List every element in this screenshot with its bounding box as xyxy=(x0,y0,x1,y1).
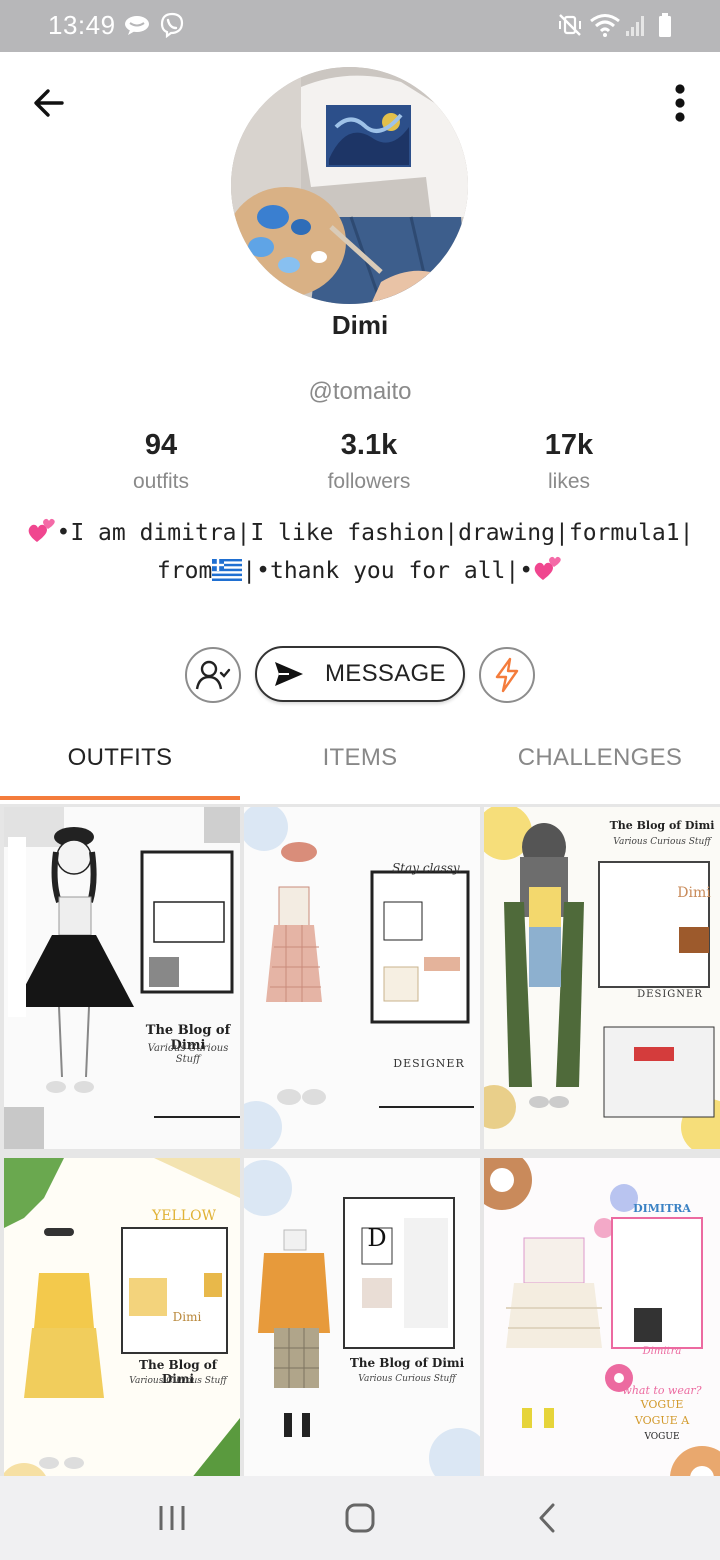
tile-caption: Various Curious Stuff xyxy=(129,1376,227,1386)
avatar[interactable] xyxy=(231,67,468,304)
bio: •I am dimitra|I like fashion|drawing|for… xyxy=(10,514,710,590)
outfit-grid: The Blog of Dimi Various Curious Stuff S… xyxy=(0,804,720,1500)
tile-caption: VOGUE A xyxy=(634,1414,690,1427)
lightning-icon xyxy=(495,657,519,693)
greece-flag-icon xyxy=(212,559,243,581)
outfit-tile[interactable]: DIMITRA Dimitra what to wear? VOGUE VOGU… xyxy=(484,1158,720,1500)
outfit-collage-image xyxy=(4,807,240,1149)
outfit-tile[interactable]: D The Blog of Dimi Various Curious Stuff xyxy=(244,1158,480,1500)
stat-value: 3.1k xyxy=(340,429,398,461)
signal-icon xyxy=(624,10,648,40)
tile-caption: VOGUE xyxy=(640,1398,684,1411)
tile-caption: Various Curious Stuff xyxy=(358,1374,456,1384)
tile-caption: The Blog of Dimi xyxy=(609,819,715,832)
recent-apps-icon xyxy=(159,1506,185,1530)
tile-caption: DESIGNER xyxy=(637,989,703,1000)
stat-likes[interactable]: 17k likes xyxy=(479,428,659,494)
outfit-tile[interactable]: Stay classy. DESIGNER xyxy=(244,807,480,1149)
two-hearts-icon xyxy=(534,556,561,580)
recent-apps-button[interactable] xyxy=(142,1494,202,1542)
tile-caption: VOGUE xyxy=(644,1432,680,1442)
tile-caption: DIMITRA xyxy=(633,1202,691,1215)
tile-caption: DESIGNER xyxy=(393,1057,465,1070)
boost-button[interactable] xyxy=(479,647,535,703)
tile-caption: Dimi xyxy=(677,885,711,901)
stat-label: likes xyxy=(547,470,590,493)
navigation-bar xyxy=(0,1476,720,1560)
active-tab-indicator xyxy=(0,796,240,800)
outfit-tile[interactable]: The Blog of Dimi Various Curious Stuff xyxy=(4,807,240,1149)
follow-button[interactable] xyxy=(185,647,241,703)
stat-label: followers xyxy=(327,470,411,493)
user-check-icon xyxy=(195,660,231,690)
tile-caption: Dimitra xyxy=(642,1346,682,1357)
tile-caption: Stay classy. xyxy=(392,861,462,875)
wifi-icon xyxy=(588,10,622,40)
outfit-tile[interactable]: YELLOW The Blog of Dimi Various Curious … xyxy=(4,1158,240,1500)
status-time: 13:49 xyxy=(48,10,116,40)
outfit-tile[interactable]: The Blog of Dimi Various Curious Stuff D… xyxy=(484,807,720,1149)
display-name: Dimi xyxy=(331,310,389,340)
back-button[interactable] xyxy=(26,80,72,126)
tile-caption: YELLOW xyxy=(152,1208,216,1224)
stat-followers[interactable]: 3.1k followers xyxy=(279,428,459,494)
tile-caption: Dimi xyxy=(172,1310,202,1324)
tab-outfits[interactable]: OUTFITS xyxy=(0,738,240,800)
outfit-collage-image xyxy=(244,1158,480,1500)
outfit-collage-image xyxy=(484,807,720,1149)
tile-caption: Various Curious Stuff xyxy=(613,837,711,847)
tile-caption: The Blog of Dimi xyxy=(349,1356,465,1370)
outfit-collage-image xyxy=(244,807,480,1149)
viber-icon xyxy=(157,10,187,40)
message-button-label: MESSAGE xyxy=(325,660,446,687)
status-bar: 13:49 xyxy=(0,0,720,52)
message-button[interactable]: MESSAGE xyxy=(255,646,465,702)
arrow-left-icon xyxy=(34,89,64,117)
stat-value: 17k xyxy=(544,429,594,461)
tab-items[interactable]: ITEMS xyxy=(240,738,480,800)
more-vertical-icon xyxy=(675,84,685,122)
tab-challenges[interactable]: CHALLENGES xyxy=(480,738,720,800)
tile-caption: what to wear? xyxy=(622,1384,702,1397)
tile-caption: Various Curious Stuff xyxy=(147,1043,229,1065)
stat-label: outfits xyxy=(132,470,190,493)
stat-value: 94 xyxy=(144,429,178,461)
tile-caption: D xyxy=(367,1224,387,1252)
mute-vibrate-icon xyxy=(555,10,585,40)
stat-outfits[interactable]: 94 outfits xyxy=(71,428,251,494)
bio-line-1: •I am dimitra|I like fashion|drawing|for… xyxy=(10,514,710,552)
bio-text-2b: |•thank you for all|• xyxy=(242,558,534,584)
username: @tomaito xyxy=(308,378,412,405)
home-icon xyxy=(345,1503,375,1533)
more-options-button[interactable] xyxy=(658,78,702,128)
two-hearts-icon xyxy=(28,518,55,542)
nav-back-icon xyxy=(539,1503,555,1533)
home-button[interactable] xyxy=(330,1494,390,1542)
bio-line-2: from |•thank you for all|• xyxy=(10,552,710,590)
send-icon xyxy=(273,659,305,689)
chat-bubble-icon xyxy=(122,10,152,40)
bio-text-2a: from xyxy=(156,558,213,584)
battery-icon xyxy=(654,10,676,40)
bio-text-1: •I am dimitra|I like fashion|drawing|for… xyxy=(56,520,694,546)
nav-back-button[interactable] xyxy=(518,1494,578,1542)
